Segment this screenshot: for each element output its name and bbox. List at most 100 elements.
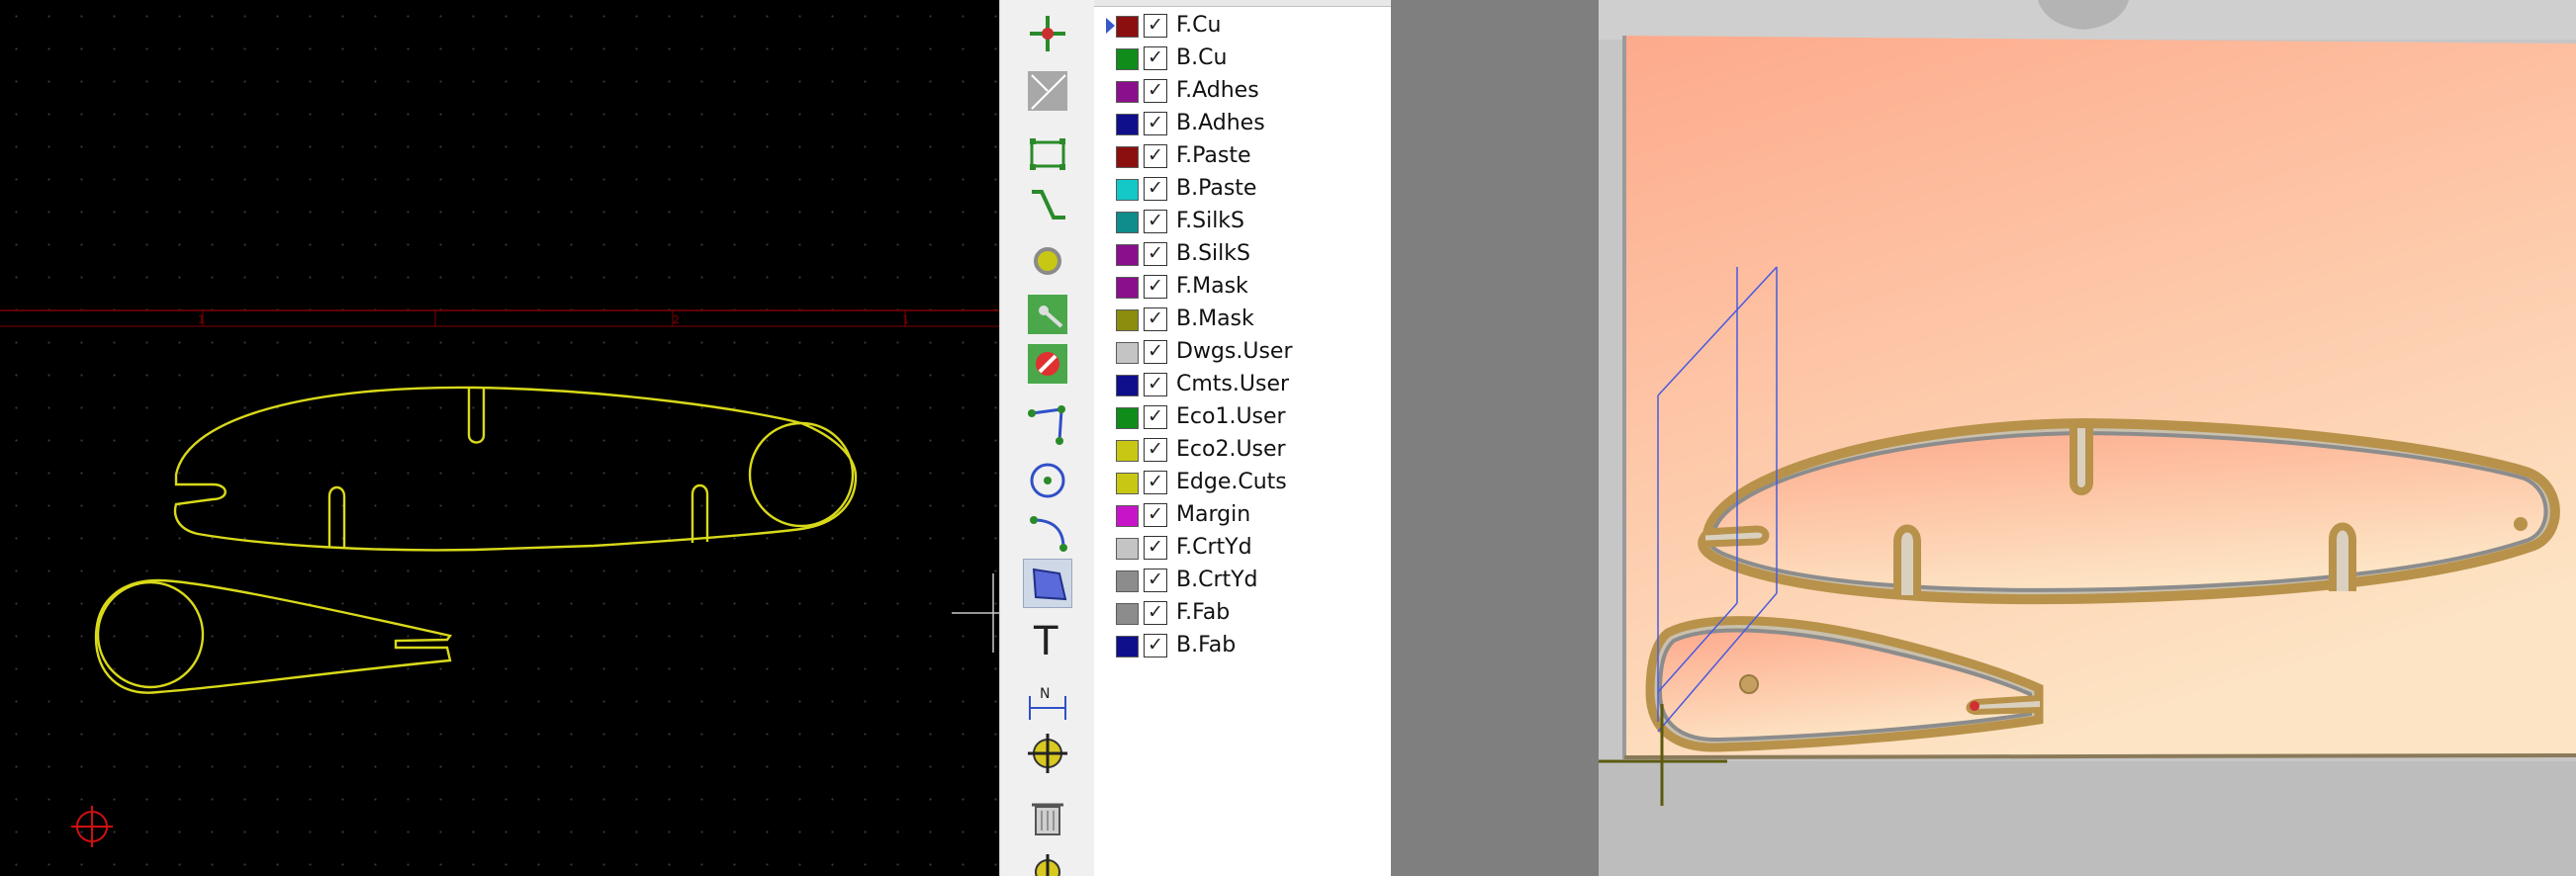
viewer-floor <box>1599 761 2576 876</box>
add-zone-icon[interactable] <box>1024 291 1071 338</box>
layer-row[interactable]: ✓ B.CrtYd <box>1094 565 1391 597</box>
selected-layer-arrow-icon <box>1106 18 1115 34</box>
layer-visibility-checkbox[interactable]: ✓ <box>1144 177 1167 201</box>
layer-color-swatch[interactable] <box>1116 244 1139 266</box>
layer-visibility-checkbox[interactable]: ✓ <box>1144 144 1167 168</box>
layer-color-swatch[interactable] <box>1116 473 1139 494</box>
layer-row[interactable]: ✓ Dwgs.User <box>1094 336 1391 369</box>
layer-visibility-checkbox[interactable]: ✓ <box>1144 634 1167 657</box>
layer-row[interactable]: ✓ Eco2.User <box>1094 434 1391 467</box>
add-keepout-icon[interactable] <box>1024 340 1071 388</box>
draw-arc-icon[interactable] <box>1024 508 1071 556</box>
layer-row[interactable]: ✓ F.Mask <box>1094 271 1391 304</box>
layer-color-swatch[interactable] <box>1116 48 1139 70</box>
layer-row[interactable]: ✓ Margin <box>1094 499 1391 532</box>
layer-color-swatch[interactable] <box>1116 16 1139 38</box>
airfoil-small-hole <box>96 580 205 689</box>
layer-color-swatch[interactable] <box>1116 277 1139 299</box>
layers-tabbar[interactable] <box>1094 0 1391 7</box>
mount-hole-red <box>1970 701 1979 711</box>
layer-row[interactable]: ✓ B.SilkS <box>1094 238 1391 271</box>
layer-row[interactable]: ✓ Cmts.User <box>1094 369 1391 401</box>
layer-visibility-checkbox[interactable]: ✓ <box>1144 340 1167 364</box>
layer-color-swatch[interactable] <box>1116 570 1139 592</box>
layer-color-swatch[interactable] <box>1116 179 1139 201</box>
layer-name: B.Mask <box>1176 307 1254 331</box>
layer-visibility-checkbox[interactable]: ✓ <box>1144 405 1167 429</box>
svg-text:T: T <box>1033 619 1058 660</box>
layer-row[interactable]: ✓ F.SilkS <box>1094 206 1391 238</box>
layer-visibility-checkbox[interactable]: ✓ <box>1144 242 1167 266</box>
highlight-net-icon[interactable] <box>1024 10 1071 57</box>
layer-visibility-checkbox[interactable]: ✓ <box>1144 210 1167 233</box>
layer-color-swatch[interactable] <box>1116 342 1139 364</box>
layer-color-swatch[interactable] <box>1116 407 1139 429</box>
layer-name: Eco1.User <box>1176 404 1286 429</box>
layer-visibility-checkbox[interactable]: ✓ <box>1144 14 1167 38</box>
pcb-editor-canvas[interactable]: 1 2 1 <box>0 0 999 876</box>
layer-color-swatch[interactable] <box>1116 505 1139 527</box>
layer-color-swatch[interactable] <box>1116 636 1139 657</box>
local-ratsnest-icon[interactable] <box>1024 67 1071 115</box>
layer-color-swatch[interactable] <box>1116 309 1139 331</box>
add-text-icon[interactable]: T <box>1024 615 1071 662</box>
layer-name: F.Paste <box>1176 143 1251 168</box>
add-footprint-icon[interactable] <box>1024 131 1071 178</box>
layer-visibility-checkbox[interactable]: ✓ <box>1144 112 1167 135</box>
layer-color-swatch[interactable] <box>1116 114 1139 135</box>
layer-visibility-checkbox[interactable]: ✓ <box>1144 536 1167 560</box>
layer-name: F.CrtYd <box>1176 535 1252 560</box>
layer-visibility-checkbox[interactable]: ✓ <box>1144 373 1167 396</box>
airfoil-slot-bottom-left <box>327 485 346 549</box>
layer-color-swatch[interactable] <box>1116 146 1139 168</box>
ruler-label: 1 <box>198 313 205 326</box>
route-track-icon[interactable] <box>1024 182 1071 229</box>
layer-row[interactable]: ✓ F.Cu <box>1094 10 1391 43</box>
place-anchor-icon[interactable] <box>1024 730 1071 777</box>
layer-name: B.CrtYd <box>1176 568 1258 592</box>
airfoil-spar-hole <box>748 421 855 528</box>
layer-visibility-checkbox[interactable]: ✓ <box>1144 438 1167 462</box>
add-dimension-icon[interactable]: N <box>1024 678 1071 726</box>
draw-line-icon[interactable] <box>1024 401 1071 449</box>
pcb-drawing: 1 2 1 <box>0 309 999 847</box>
layer-visibility-checkbox[interactable]: ✓ <box>1144 601 1167 625</box>
viewer-3d[interactable] <box>1599 0 2576 876</box>
delete-tool-icon[interactable] <box>1024 793 1071 840</box>
layer-row[interactable]: ✓ B.Adhes <box>1094 108 1391 140</box>
layer-row[interactable]: ✓ Edge.Cuts <box>1094 467 1391 499</box>
layer-visibility-checkbox[interactable]: ✓ <box>1144 471 1167 494</box>
layer-visibility-checkbox[interactable]: ✓ <box>1144 275 1167 299</box>
layer-row[interactable]: ✓ B.Cu <box>1094 43 1391 75</box>
layer-name: B.Adhes <box>1176 111 1265 135</box>
airfoil-small-outline[interactable] <box>94 578 453 694</box>
layer-row[interactable]: ✓ B.Fab <box>1094 630 1391 662</box>
grid-origin-icon[interactable] <box>1024 848 1071 876</box>
ruler-label: 1 <box>902 313 909 326</box>
layer-row[interactable]: ✓ F.Paste <box>1094 140 1391 173</box>
mount-hole <box>1739 674 1759 694</box>
layer-visibility-checkbox[interactable]: ✓ <box>1144 503 1167 527</box>
layer-color-swatch[interactable] <box>1116 81 1139 103</box>
draw-polygon-icon[interactable] <box>1023 559 1072 608</box>
layer-row[interactable]: ✓ F.Adhes <box>1094 75 1391 108</box>
draw-circle-icon[interactable] <box>1024 457 1071 504</box>
layer-name: F.SilkS <box>1176 209 1245 233</box>
layer-color-swatch[interactable] <box>1116 375 1139 396</box>
layer-row[interactable]: ✓ F.CrtYd <box>1094 532 1391 565</box>
layer-row[interactable]: ✓ Eco1.User <box>1094 401 1391 434</box>
layer-color-swatch[interactable] <box>1116 538 1139 560</box>
layer-row[interactable]: ✓ B.Paste <box>1094 173 1391 206</box>
layer-visibility-checkbox[interactable]: ✓ <box>1144 46 1167 70</box>
svg-text:N: N <box>1040 686 1050 702</box>
layer-color-swatch[interactable] <box>1116 212 1139 233</box>
layer-row[interactable]: ✓ B.Mask <box>1094 304 1391 336</box>
layer-visibility-checkbox[interactable]: ✓ <box>1144 569 1167 592</box>
add-via-icon[interactable] <box>1024 237 1071 285</box>
layer-visibility-checkbox[interactable]: ✓ <box>1144 307 1167 331</box>
layer-color-swatch[interactable] <box>1116 603 1139 625</box>
airfoil-large-outline[interactable] <box>173 386 858 552</box>
layer-color-swatch[interactable] <box>1116 440 1139 462</box>
layer-row[interactable]: ✓ F.Fab <box>1094 597 1391 630</box>
layer-visibility-checkbox[interactable]: ✓ <box>1144 79 1167 103</box>
